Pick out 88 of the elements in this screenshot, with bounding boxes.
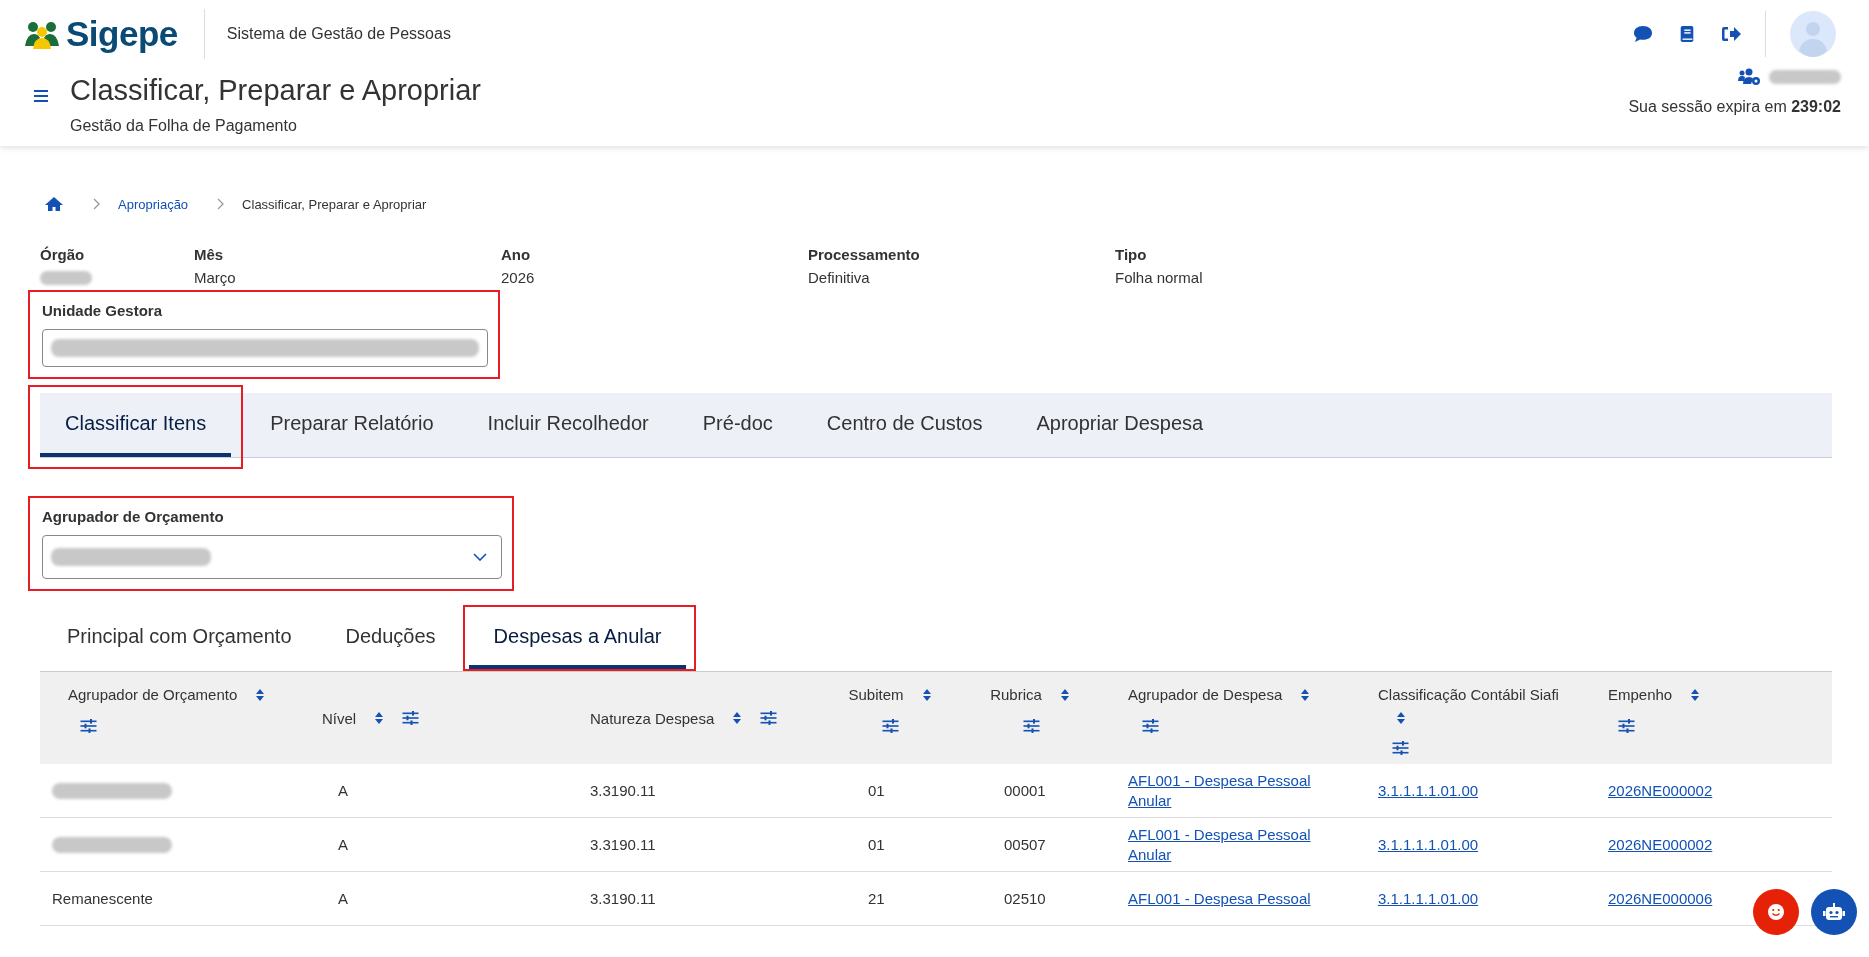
table-cell: 3.3190.11 xyxy=(590,890,656,907)
people-logo-icon xyxy=(24,19,60,49)
filter-sliders-icon[interactable] xyxy=(402,711,420,725)
table-cell: 21 xyxy=(868,890,885,907)
filter-sliders-icon[interactable] xyxy=(1618,719,1635,733)
sort-icon[interactable] xyxy=(1300,687,1311,702)
sort-icon[interactable] xyxy=(255,687,266,702)
filter-sliders-icon[interactable] xyxy=(80,719,97,733)
table-cell: A xyxy=(338,836,348,853)
filter-sliders-icon[interactable] xyxy=(1142,719,1159,733)
redacted-value xyxy=(40,271,92,285)
sigepe-logo[interactable]: Sigepe xyxy=(24,14,178,54)
sort-icon[interactable] xyxy=(1690,687,1701,702)
table-link[interactable]: 2026NE000002 xyxy=(1608,781,1713,799)
column-header: Empenho xyxy=(1608,686,1673,703)
field-label: Agrupador de Orçamento xyxy=(42,508,225,525)
table-link[interactable]: AFL001 - Despesa Pessoal Anular xyxy=(1128,770,1318,811)
sort-icon[interactable] xyxy=(921,687,932,702)
table-cell: 3.3190.11 xyxy=(590,782,656,799)
column-header: Natureza Despesa xyxy=(590,709,715,727)
input-field[interactable] xyxy=(42,329,488,367)
field-value: Folha normal xyxy=(1115,269,1204,286)
sort-icon[interactable] xyxy=(1059,687,1070,702)
table-cell: 01 xyxy=(868,782,885,799)
tab[interactable]: Apropriar Despesa xyxy=(1011,395,1229,455)
tab[interactable]: Preparar Relatório xyxy=(245,395,459,455)
tab[interactable]: Incluir Recolhedor xyxy=(462,395,674,455)
column-header: Subitem xyxy=(848,686,904,703)
caret-icon xyxy=(473,553,487,561)
tab[interactable]: Pré-doc xyxy=(677,395,798,455)
filter-sliders-icon[interactable] xyxy=(1022,719,1040,733)
users-gear-icon[interactable] xyxy=(1737,68,1761,86)
filter-sliders-icon[interactable] xyxy=(1392,741,1409,755)
chatbot-button[interactable] xyxy=(1811,889,1857,935)
tab[interactable]: Deduções xyxy=(320,607,461,669)
feedback-button[interactable] xyxy=(1753,889,1799,935)
chat-bubble-icon[interactable] xyxy=(1633,25,1653,43)
table-link[interactable]: 2026NE000002 xyxy=(1608,835,1713,853)
table-cell: 01 xyxy=(868,836,885,853)
field-label: Mês xyxy=(194,246,225,263)
breadcrumb-link[interactable]: Apropriação xyxy=(118,196,189,212)
table-cell: 02510 xyxy=(1004,890,1046,907)
home-icon[interactable] xyxy=(44,196,64,212)
table-link[interactable]: AFL001 - Despesa Pessoal Anular xyxy=(1128,824,1318,865)
menu-icon[interactable] xyxy=(34,90,48,102)
select-field[interactable] xyxy=(42,535,502,579)
sort-icon[interactable] xyxy=(732,711,743,725)
table-link[interactable]: 3.1.1.1.1.01.00 xyxy=(1378,781,1479,799)
field-label: Processamento xyxy=(808,246,921,263)
table-cell: A xyxy=(338,782,348,799)
column-header: Nível xyxy=(322,709,357,727)
table-link[interactable]: 3.1.1.1.1.01.00 xyxy=(1378,835,1479,853)
table-link[interactable]: 3.1.1.1.1.01.00 xyxy=(1378,889,1479,907)
sort-icon[interactable] xyxy=(1396,711,1406,725)
table-link[interactable]: 2026NE000006 xyxy=(1608,889,1713,907)
session-timer: Sua sessão expira em 239:02 xyxy=(1628,98,1841,116)
field-value: Março xyxy=(194,269,237,286)
filter-sliders-icon[interactable] xyxy=(881,719,899,733)
logout-icon[interactable] xyxy=(1721,25,1741,43)
page-title: Classificar, Preparar e Apropriar xyxy=(70,74,481,107)
column-header: Classificação Contábil Siafi xyxy=(1378,686,1559,703)
column-header: Agrupador de Despesa xyxy=(1128,686,1283,703)
tab[interactable]: Classificar Itens xyxy=(40,393,232,457)
table-cell: 3.3190.11 xyxy=(590,836,656,853)
breadcrumb-current: Classificar, Preparar e Apropriar xyxy=(242,196,427,212)
filter-sliders-icon[interactable] xyxy=(760,711,778,725)
chevron-right-icon xyxy=(216,198,225,210)
table-cell: 00507 xyxy=(1004,836,1046,853)
tab[interactable]: Principal com Orçamento xyxy=(42,607,317,669)
table-cell: A xyxy=(338,890,348,907)
page-subtitle: Gestão da Folha de Pagamento xyxy=(70,117,298,135)
system-name: Sistema de Gestão de Pessoas xyxy=(226,25,451,43)
chevron-right-icon xyxy=(92,198,100,210)
field-label: Tipo xyxy=(1115,246,1148,263)
tab[interactable]: Centro de Custos xyxy=(801,395,1008,455)
field-value: 2026 xyxy=(501,269,536,286)
sort-icon[interactable] xyxy=(374,711,385,725)
field-value: Definitiva xyxy=(808,269,871,286)
column-header: Agrupador de Orçamento xyxy=(68,686,238,703)
field-label: Órgão xyxy=(40,246,86,263)
smiley-icon xyxy=(1765,902,1787,922)
table-cell: Remanescente xyxy=(52,890,153,907)
field-label: Ano xyxy=(501,246,532,263)
field-label: Unidade Gestora xyxy=(42,302,164,319)
table-link[interactable]: AFL001 - Despesa Pessoal xyxy=(1128,888,1318,909)
robot-icon xyxy=(1823,902,1845,922)
table-cell: 00001 xyxy=(1004,782,1046,799)
column-header: Rubrica xyxy=(990,686,1042,703)
